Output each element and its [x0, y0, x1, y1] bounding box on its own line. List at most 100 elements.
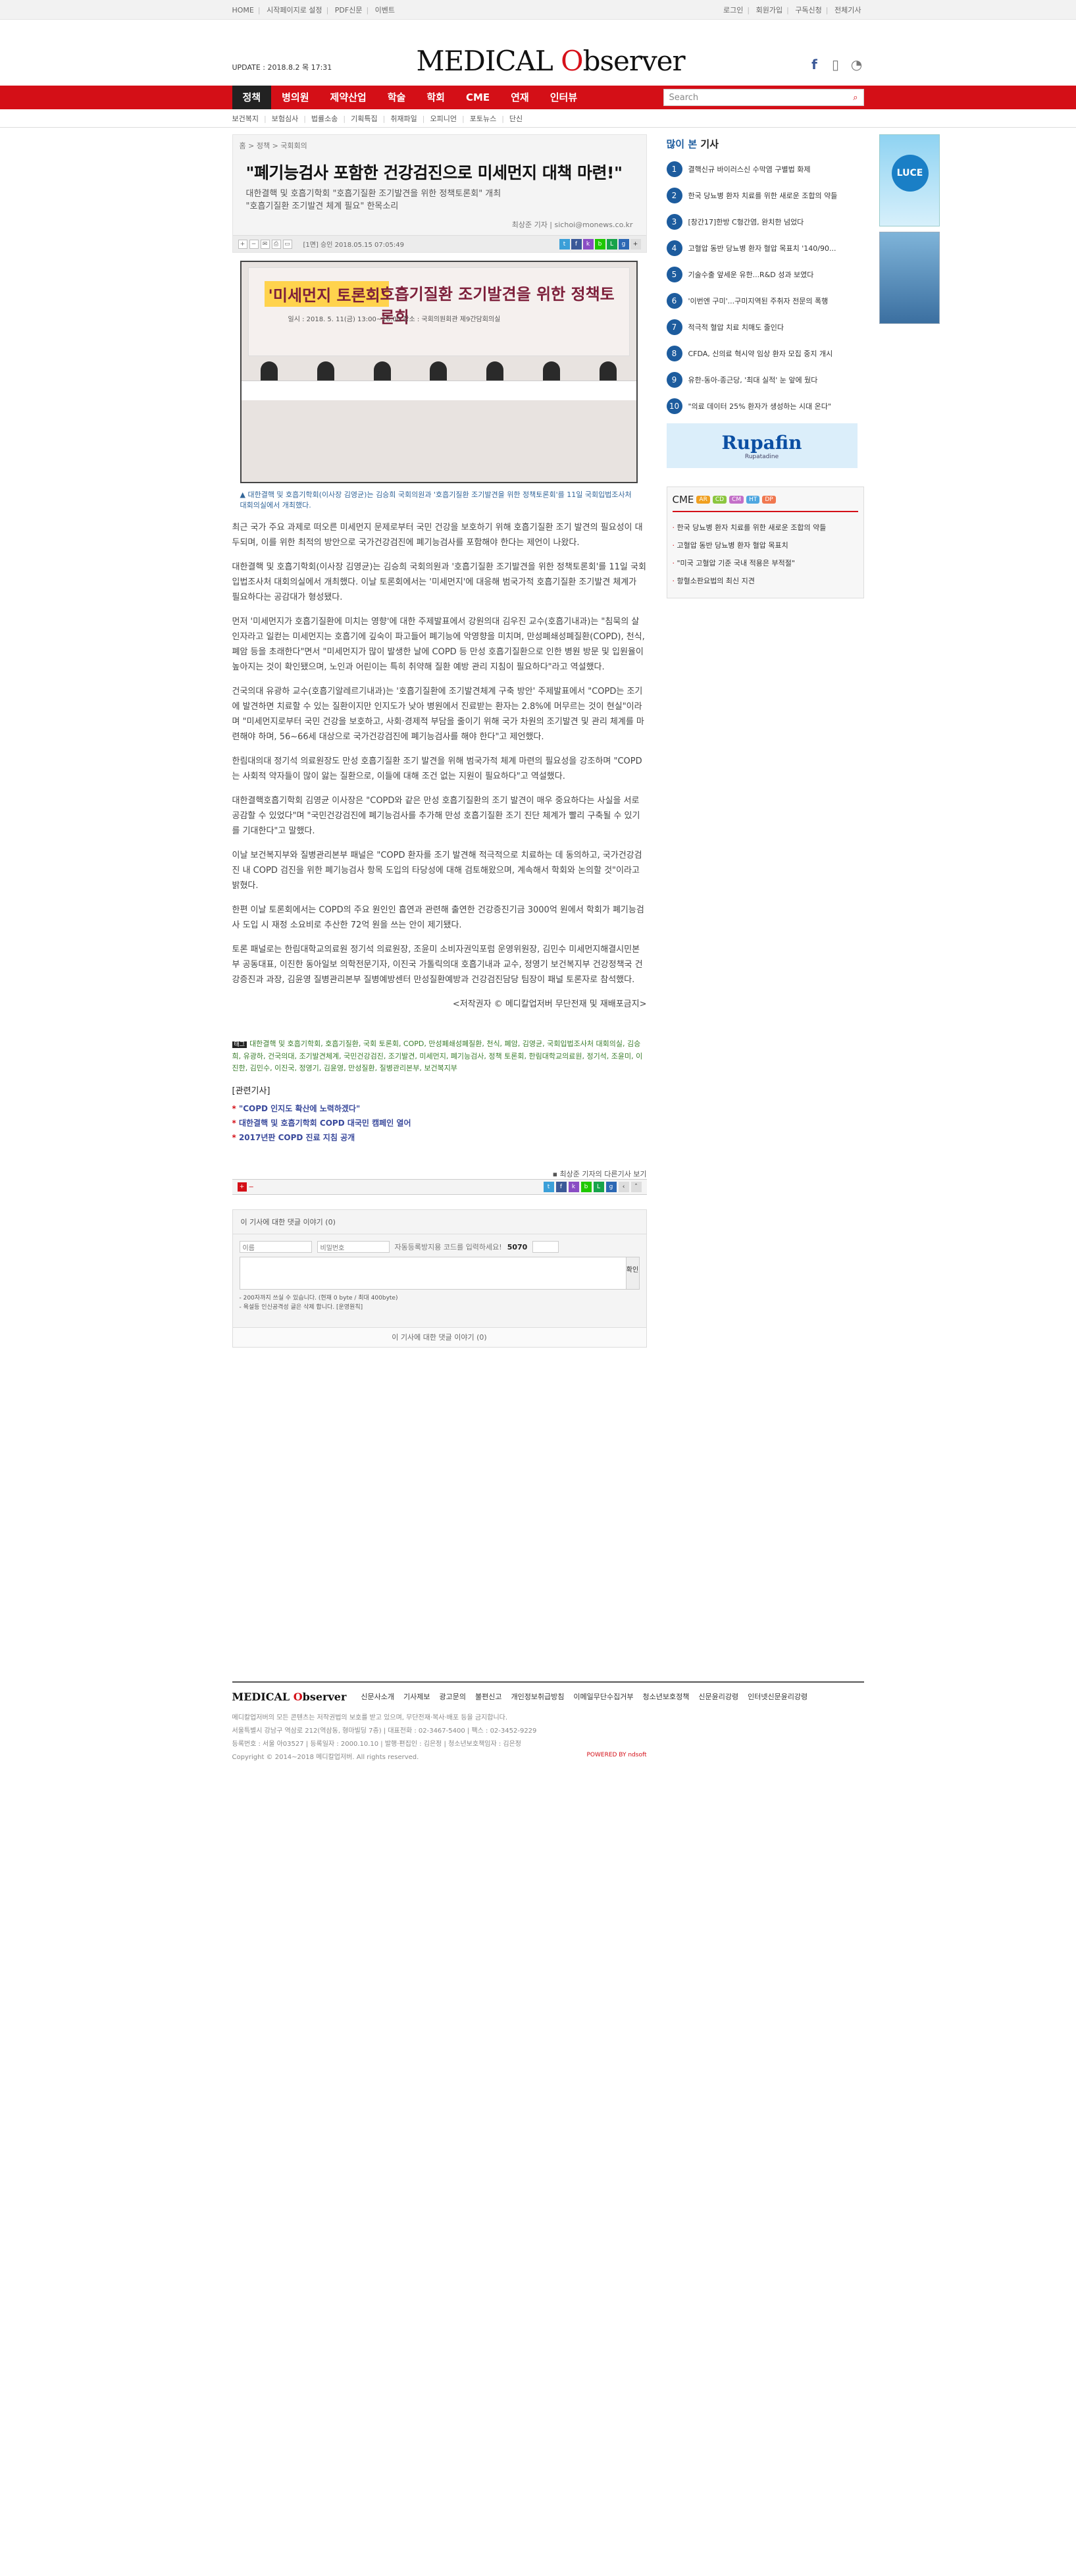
facebook-icon[interactable]: f: [807, 57, 822, 74]
subnav-item[interactable]: 보험심사: [272, 113, 298, 124]
rupafin-ad[interactable]: Rupafin Rupatadine: [666, 423, 858, 468]
subnav-item[interactable]: 오피니언: [430, 113, 457, 124]
popular-item[interactable]: 5 기술수출 앞세운 유한...R&D 성과 보였다: [666, 261, 864, 288]
search-icon[interactable]: ⌕: [853, 93, 858, 103]
nav-academic[interactable]: 학술: [377, 86, 417, 109]
cme-item[interactable]: 고혈압 동반 당뇨병 환자 혈압 목표치: [673, 537, 858, 554]
related-link[interactable]: "COPD 인지도 확산에 노력하겠다": [232, 1101, 647, 1116]
subnav-item[interactable]: 취재파일: [390, 113, 417, 124]
search-input[interactable]: Search ⌕: [663, 89, 864, 106]
font-decrease-button[interactable]: −: [249, 239, 259, 249]
captcha-input[interactable]: [532, 1241, 559, 1253]
cme-item[interactable]: "미국 고혈압 기준 국내 적용은 부적절": [673, 554, 858, 572]
google-icon-2[interactable]: g: [605, 1182, 617, 1192]
nav-society[interactable]: 학회: [416, 86, 455, 109]
byline[interactable]: 최상준 기자 | sichoi@monews.co.kr: [233, 213, 646, 235]
comment-icon[interactable]: ▭: [282, 239, 292, 249]
footer-link[interactable]: 신문윤리강령: [698, 1691, 738, 1702]
top-icon[interactable]: ˄: [630, 1182, 642, 1192]
nav-pharma[interactable]: 제약산업: [320, 86, 377, 109]
popular-item[interactable]: 6 '이번엔 구미'...구미지역된 주취자 전문의 폭행: [666, 288, 864, 314]
popular-item[interactable]: 9 유한-동아-종근당, '최대 실적' 눈 앞에 뒀다: [666, 367, 864, 393]
comment-name-input[interactable]: 이름: [239, 1241, 312, 1253]
popular-item[interactable]: 3 [창간17]한방 C형간염, 완치한 넘었다: [666, 209, 864, 235]
related-link[interactable]: 2017년판 COPD 진료 지침 공개: [232, 1130, 647, 1145]
cme-tab[interactable]: DP: [762, 496, 776, 504]
site-logo[interactable]: MEDICAL Observer: [417, 45, 686, 77]
naver-band-icon-2[interactable]: b: [580, 1182, 592, 1192]
popular-item[interactable]: 10 "의료 데이터 25% 환자가 생성하는 시대 온다": [666, 393, 864, 419]
tags[interactable]: 대한결핵 및 호흡기학회, 호흡기질환, 국회 토론회, COPD, 만성폐쇄성…: [232, 1039, 643, 1072]
rss-icon[interactable]: ◔: [850, 57, 864, 74]
topbar-home-link[interactable]: HOME: [232, 6, 254, 14]
signup-link[interactable]: 회원가입: [756, 6, 782, 14]
font-decrease-button-2[interactable]: −: [249, 1184, 254, 1191]
subnav-item[interactable]: 단신: [509, 113, 523, 124]
cme-item[interactable]: 항혈소판요법의 최신 지견: [673, 572, 858, 590]
nav-hospital[interactable]: 병의원: [271, 86, 319, 109]
google-icon[interactable]: g: [618, 238, 629, 250]
update-timestamp: UPDATE : 2018.8.2 목 17:31: [232, 63, 332, 72]
topbar-startpage-link[interactable]: 시작페이지로 설정: [267, 6, 322, 14]
naver-band-icon[interactable]: b: [594, 238, 605, 250]
cme-tab[interactable]: AR: [696, 496, 710, 504]
footer-link[interactable]: 불편신고: [475, 1691, 501, 1702]
footer-link[interactable]: 기사제보: [403, 1691, 430, 1702]
comment-textarea[interactable]: 확인: [239, 1257, 640, 1290]
footer-link[interactable]: 신문사소개: [361, 1691, 394, 1702]
line-icon-2[interactable]: L: [593, 1182, 604, 1192]
article-paragraph: 한편 이날 토론회에서는 COPD의 주요 원인인 흡연과 관련해 출연한 건강…: [232, 905, 644, 930]
side-banner-ad[interactable]: [879, 232, 940, 324]
related-link[interactable]: 대한결핵 및 호흡기학회 COPD 대국민 캠페인 열어: [232, 1116, 647, 1130]
twitter-icon-2[interactable]: t: [543, 1182, 554, 1192]
footer-logo[interactable]: MEDICAL Observer: [232, 1691, 347, 1703]
more-share-icon[interactable]: +: [630, 238, 641, 250]
font-increase-button[interactable]: +: [238, 239, 247, 249]
kakao-story-icon-2[interactable]: k: [568, 1182, 579, 1192]
nav-policy[interactable]: 정책: [232, 86, 272, 109]
author-more-link[interactable]: ▪ 최상준 기자의 다른기사 보기: [232, 1169, 647, 1179]
line-icon[interactable]: L: [606, 238, 617, 250]
popular-item[interactable]: 8 CFDA, 신의료 혁시약 임상 환자 모집 중지 개시: [666, 340, 864, 367]
nav-interview[interactable]: 인터뷰: [540, 86, 588, 109]
comment-note: - 200자까지 쓰실 수 있습니다. (현재 0 byte / 최대 400b…: [239, 1295, 398, 1311]
popular-item[interactable]: 2 한국 당뇨병 환자 치료를 위한 새로운 조합의 약들: [666, 182, 864, 209]
email-icon[interactable]: ✉: [260, 239, 270, 249]
subscribe-link[interactable]: 구독신청: [795, 6, 821, 14]
nav-cme[interactable]: CME: [455, 86, 500, 109]
footer-link[interactable]: 청소년보호정책: [643, 1691, 690, 1702]
footer-link[interactable]: 인터넷신문윤리강령: [748, 1691, 807, 1702]
facebook-share-icon-2[interactable]: f: [555, 1182, 567, 1192]
comment-list-toggle[interactable]: 이 기사에 대한 댓글 이야기 (0): [232, 1327, 646, 1347]
cme-item[interactable]: 한국 당뇨병 환자 치료를 위한 새로운 조합의 약들: [673, 519, 858, 537]
topbar-pdf-link[interactable]: PDF신문: [335, 6, 363, 14]
comment-submit-button[interactable]: 확인: [625, 1257, 639, 1289]
topbar-event-link[interactable]: 이벤트: [375, 6, 395, 14]
print-icon[interactable]: ⎙: [271, 239, 281, 249]
breadcrumb[interactable]: 홈 > 정책 > 국회회의: [233, 135, 646, 151]
cme-tab[interactable]: CD: [712, 496, 727, 504]
cme-tab[interactable]: HT: [746, 496, 760, 504]
facebook-share-icon[interactable]: f: [571, 238, 582, 250]
subnav-item[interactable]: 기획특집: [351, 113, 377, 124]
twitter-icon[interactable]: t: [559, 238, 570, 250]
footer-link[interactable]: 광고문의: [439, 1691, 465, 1702]
luce-ad[interactable]: LUCE: [879, 134, 940, 226]
comment-password-input[interactable]: 비밀번호: [317, 1241, 390, 1253]
kakao-story-icon[interactable]: k: [582, 238, 594, 250]
popular-item[interactable]: 4 고혈압 동반 당뇨병 환자 혈압 목표치 '140/90...: [666, 235, 864, 261]
prev-icon[interactable]: ‹: [618, 1182, 629, 1192]
login-link[interactable]: 로그인: [723, 6, 743, 14]
footer-link[interactable]: 개인정보취급방침: [511, 1691, 564, 1702]
nav-series[interactable]: 연재: [500, 86, 540, 109]
subnav-item[interactable]: 포토뉴스: [470, 113, 496, 124]
popular-item[interactable]: 7 적극적 혈압 치료 치매도 줄인다: [666, 314, 864, 340]
font-increase-button-2[interactable]: +: [237, 1182, 247, 1192]
mobile-icon[interactable]: ▯: [829, 57, 843, 74]
popular-item[interactable]: 1 결핵신규 바이러스신 수막염 구별법 화제: [666, 156, 864, 182]
cme-tab[interactable]: CM: [729, 496, 744, 504]
footer-link[interactable]: 이메일무단수집거부: [573, 1691, 633, 1702]
subnav-item[interactable]: 법률소송: [311, 113, 338, 124]
all-articles-link[interactable]: 전체기사: [834, 6, 861, 14]
subnav-item[interactable]: 보건복지: [232, 113, 259, 124]
